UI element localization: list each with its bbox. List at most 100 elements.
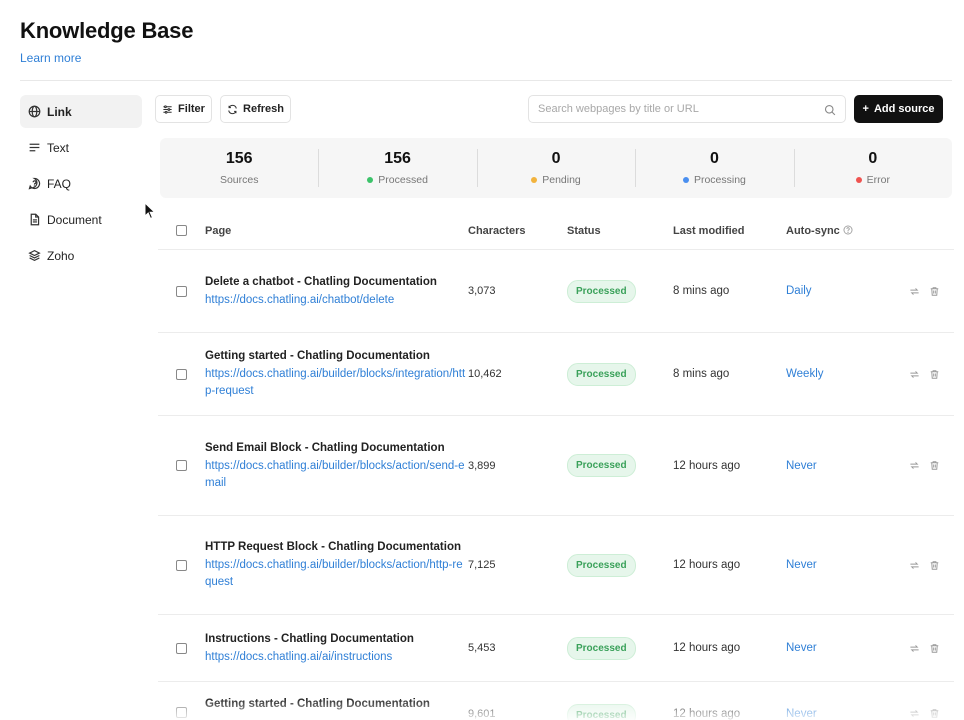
row-checkbox[interactable] (176, 707, 187, 718)
stat-sources: 156 Sources (160, 138, 318, 198)
row-checkbox[interactable] (176, 368, 187, 380)
auto-sync-link[interactable]: Weekly (786, 368, 898, 380)
status-badge: Processed (567, 704, 636, 720)
table-row: Getting started - Chatling Documentation… (158, 682, 954, 720)
sidebar-item-label: FAQ (47, 176, 72, 191)
page-title-text: Instructions - Chatling Documentation (205, 632, 414, 645)
plus-icon: + (862, 103, 869, 115)
trash-icon[interactable] (929, 460, 940, 471)
page-title-text: Getting started - Chatling Documentation (205, 698, 430, 710)
auto-sync-link[interactable]: Never (786, 696, 898, 720)
row-checkbox[interactable] (176, 285, 187, 297)
trash-icon[interactable] (929, 708, 940, 719)
column-header-last-modified[interactable]: Last modified (673, 225, 786, 237)
auto-sync-label: Auto-sync (786, 224, 840, 237)
sidebar-item-label: Link (47, 104, 72, 119)
resync-icon[interactable] (909, 369, 920, 380)
page-url-link[interactable]: https://docs.chatling.ai/ai/instructions (205, 649, 468, 666)
stat-value: 156 (225, 150, 253, 167)
status-badge: Processed (567, 362, 636, 386)
last-modified: 12 hours ago (673, 459, 741, 472)
status-badge: Processed (567, 279, 636, 303)
sidebar-item-zoho[interactable]: Zoho (20, 239, 142, 272)
document-icon (28, 213, 41, 226)
globe-icon (28, 105, 41, 118)
last-modified: 8 mins ago (673, 368, 730, 380)
sliders-icon (162, 104, 173, 115)
page-url-link[interactable]: https://docs.chatling.ai/builder/blocks/… (205, 366, 468, 400)
sidebar-item-label: Text (47, 140, 70, 155)
table-header: Page Characters Status Last modified Aut… (158, 212, 954, 250)
trash-icon[interactable] (929, 643, 940, 654)
page-title-text: Getting started - Chatling Documentation (205, 350, 430, 362)
page-url-link[interactable]: https://docs.chatling.ai/chatbot/delete (205, 292, 468, 309)
stat-processed: 156 Processed (318, 138, 476, 198)
resync-icon[interactable] (909, 286, 920, 297)
resync-icon[interactable] (909, 560, 920, 571)
select-all-checkbox[interactable] (176, 225, 187, 236)
stat-error: 0 Error (793, 138, 952, 198)
add-source-button[interactable]: + Add source (854, 95, 943, 123)
stat-label: Pending (542, 174, 581, 186)
header-divider (20, 80, 952, 81)
auto-sync-link[interactable]: Never (786, 559, 898, 571)
last-modified: 12 hours ago (673, 642, 741, 654)
status-dot (682, 177, 689, 183)
stat-pending: 0 Pending (476, 138, 635, 198)
auto-sync-link[interactable]: Never (786, 460, 898, 472)
sidebar-item-label: Zoho (47, 248, 75, 263)
page-title: Knowledge Base (20, 18, 194, 43)
stat-value: 0 (709, 150, 719, 167)
resync-icon[interactable] (909, 460, 920, 471)
stat-label: Processed (378, 174, 428, 186)
page-title-text: HTTP Request Block - Chatling Documentat… (205, 541, 461, 553)
stat-label: Error (866, 174, 890, 186)
sidebar-item-text[interactable]: Text (20, 131, 142, 164)
filter-label: Filter (178, 103, 205, 115)
column-header-page[interactable]: Page (205, 225, 468, 237)
row-checkbox[interactable] (176, 559, 187, 571)
character-count: 5,453 (468, 642, 496, 654)
table-row: Instructions - Chatling Documentation ht… (158, 615, 954, 682)
status-badge: Processed (567, 636, 636, 660)
stat-label: Sources (219, 174, 259, 186)
stats-summary: 156 Sources 156 Processed 0 Pending 0 Pr… (160, 138, 952, 198)
page-title-text: Send Email Block - Chatling Documentatio… (205, 441, 445, 454)
learn-more-link[interactable]: Learn more (20, 51, 81, 65)
filter-button[interactable]: Filter (155, 95, 212, 123)
search-icon[interactable] (824, 103, 836, 116)
status-dot (855, 177, 862, 183)
page-url-link[interactable]: https://docs.chatling.ai/builder/blocks/… (205, 557, 468, 591)
help-circle-icon[interactable] (843, 225, 853, 235)
resync-icon[interactable] (909, 708, 920, 719)
trash-icon[interactable] (929, 286, 940, 297)
search-input[interactable] (529, 96, 809, 122)
column-header-auto-sync[interactable]: Auto-sync (786, 225, 898, 237)
column-header-status[interactable]: Status (567, 225, 673, 237)
sidebar-item-link[interactable]: Link (20, 95, 142, 128)
column-header-characters[interactable]: Characters (468, 225, 567, 237)
refresh-button[interactable]: Refresh (220, 95, 291, 123)
resync-icon[interactable] (909, 643, 920, 654)
trash-icon[interactable] (929, 369, 940, 380)
trash-icon[interactable] (929, 560, 940, 571)
sources-table: Page Characters Status Last modified Aut… (158, 212, 954, 720)
layers-icon (28, 249, 41, 262)
stat-value: 156 (384, 150, 411, 167)
status-dot (367, 177, 374, 183)
character-count: 9,601 (468, 708, 496, 720)
last-modified: 8 mins ago (673, 285, 730, 297)
table-row: Send Email Block - Chatling Documentatio… (158, 416, 954, 516)
row-checkbox[interactable] (176, 642, 187, 654)
status-badge: Processed (567, 454, 636, 477)
page-url-link[interactable]: https://docs.chatling.ai/builder/blocks/… (205, 458, 468, 492)
row-checkbox[interactable] (176, 460, 187, 471)
stat-label: Processing (693, 174, 746, 186)
auto-sync-link[interactable]: Daily (786, 285, 898, 297)
sidebar: Link Text FAQ Document Zoho (20, 95, 142, 275)
table-row: Delete a chatbot - Chatling Documentatio… (158, 250, 954, 333)
auto-sync-link[interactable]: Never (786, 642, 898, 654)
character-count: 7,125 (468, 559, 496, 571)
sidebar-item-document[interactable]: Document (20, 203, 142, 236)
sidebar-item-faq[interactable]: FAQ (20, 167, 142, 200)
